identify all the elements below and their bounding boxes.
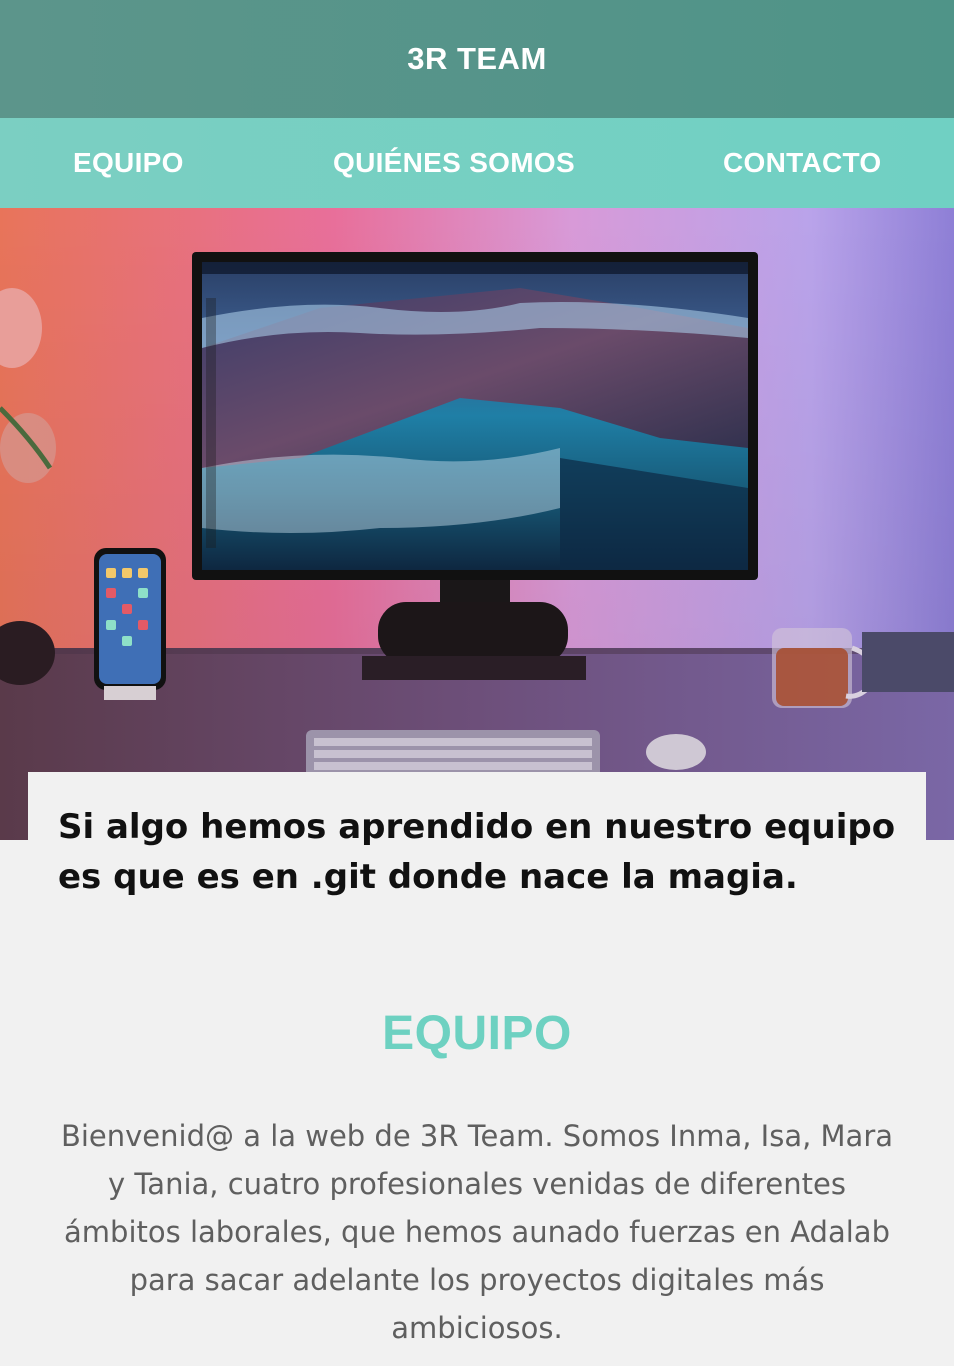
- brand-title: 3R TEAM: [407, 41, 547, 76]
- nav-link-quienes-somos[interactable]: QUIÉNES SOMOS: [333, 118, 575, 208]
- desk-setup-photo: [0, 208, 954, 840]
- section-body-equipo: Bienvenid@ a la web de 3R Team. Somos In…: [60, 1119, 894, 1345]
- hero-image: [0, 208, 954, 840]
- hero-quote: Si algo hemos aprendido en nuestro equip…: [58, 807, 896, 897]
- quote-card: Si algo hemos aprendido en nuestro equip…: [28, 772, 926, 912]
- main-nav: EQUIPO QUIÉNES SOMOS CONTACTO: [0, 118, 954, 208]
- nav-link-contacto[interactable]: CONTACTO: [723, 118, 881, 208]
- nav-link-equipo[interactable]: EQUIPO: [73, 118, 184, 208]
- section-title-equipo: EQUIPO: [382, 1007, 572, 1060]
- site-header: 3R TEAM: [0, 0, 954, 118]
